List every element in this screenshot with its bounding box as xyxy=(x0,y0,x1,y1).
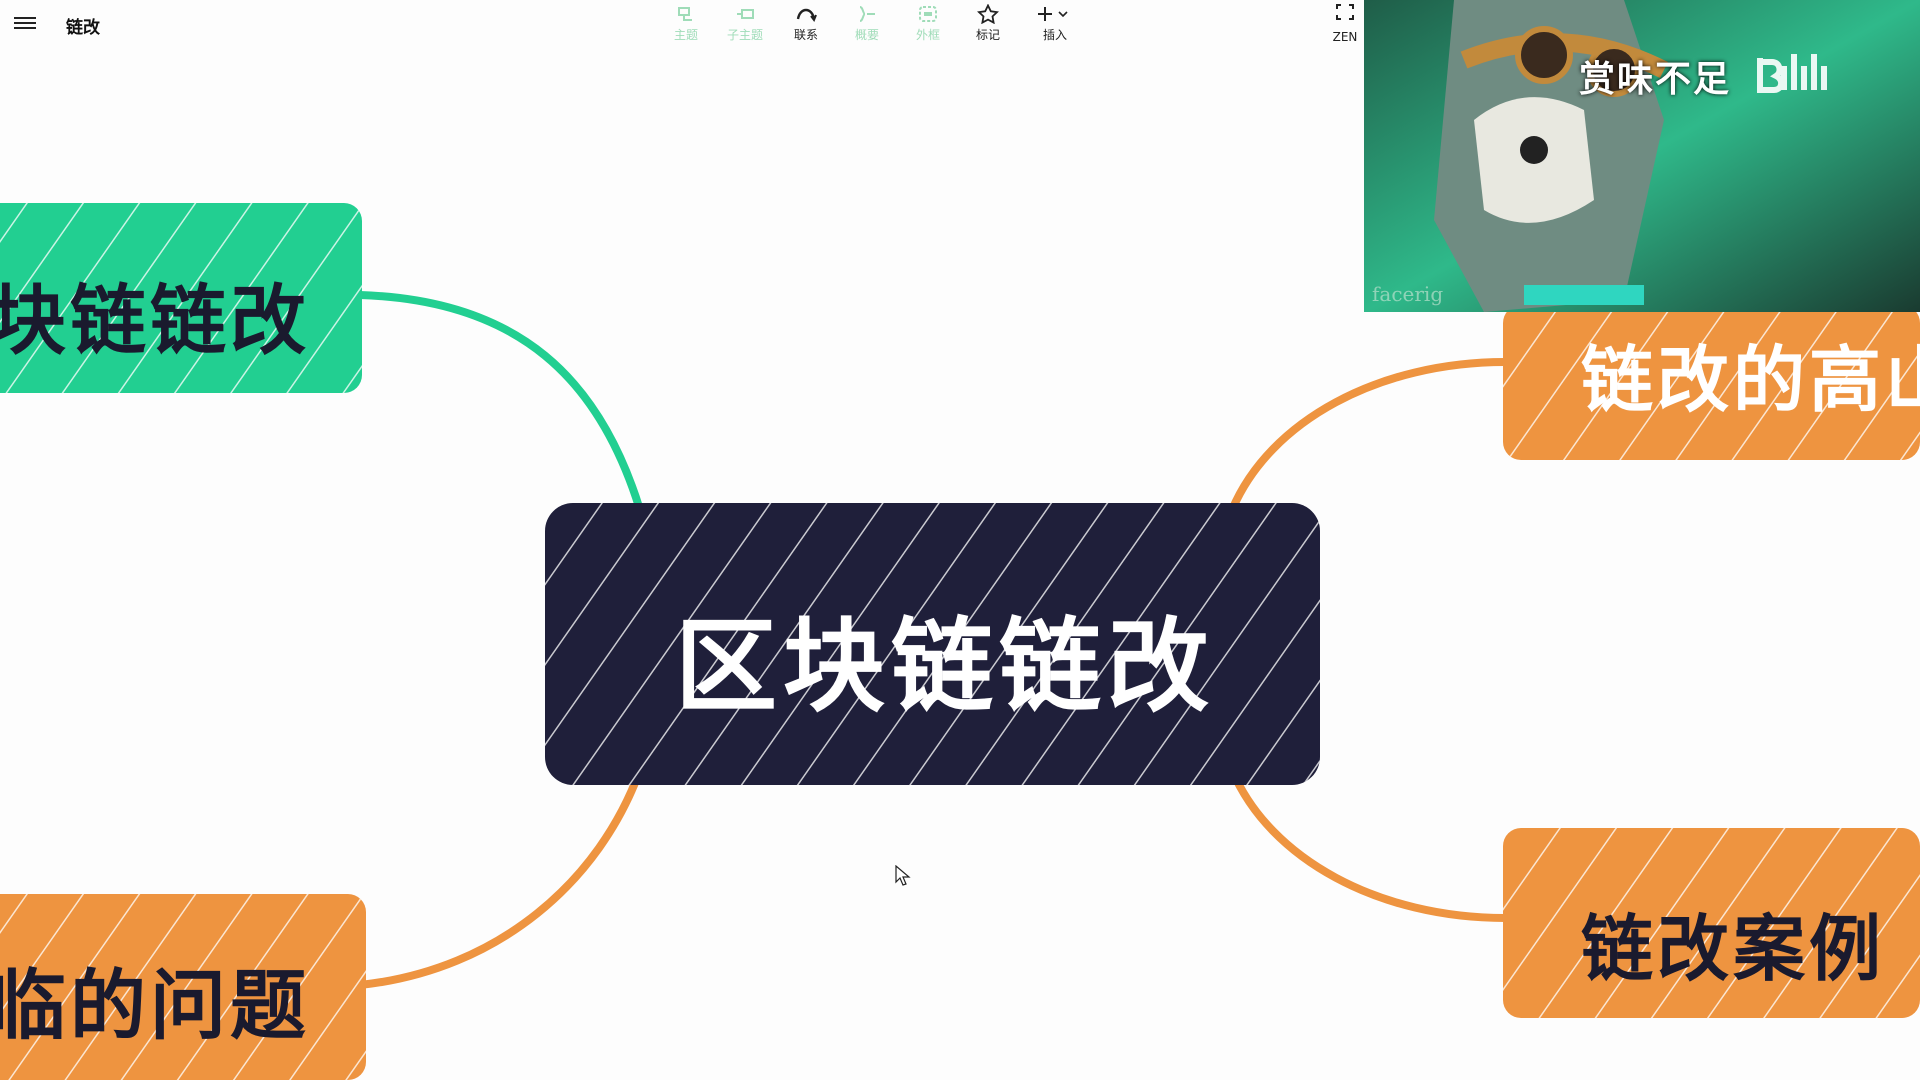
branch-topic-right-top[interactable]: 链改的高山 xyxy=(1503,305,1920,460)
root-topic-text: 区块链链改 xyxy=(675,608,1215,727)
video-frame-image xyxy=(1364,0,1920,312)
mouse-cursor-icon xyxy=(895,865,911,886)
video-caption-text: 赏味不足 xyxy=(1579,59,1732,100)
connector-left-top xyxy=(359,291,644,512)
branch-topic-text: 链改案例 xyxy=(1581,907,1886,991)
branch-topic-left-bottom[interactable]: 临的问题 xyxy=(0,894,366,1080)
connector-left-bottom xyxy=(359,768,644,989)
video-watermark-text: facerig xyxy=(1372,282,1444,306)
connector-right-top xyxy=(1228,358,1506,512)
branch-topic-text: 块链链改 xyxy=(0,276,310,365)
webcam-video-overlay: 赏味不足 facerig xyxy=(1364,0,1920,312)
branch-topic-left-top[interactable]: 块链链改 xyxy=(0,203,362,393)
mindmap-root-topic[interactable]: 区块链链改 xyxy=(545,503,1320,785)
branch-topic-text: 链改的高山 xyxy=(1581,338,1920,422)
bilibili-logo-icon xyxy=(1757,54,1827,93)
branch-topic-right-bottom[interactable]: 链改案例 xyxy=(1503,828,1920,1018)
connector-right-bottom xyxy=(1228,768,1506,922)
branch-topic-text: 临的问题 xyxy=(0,961,310,1050)
